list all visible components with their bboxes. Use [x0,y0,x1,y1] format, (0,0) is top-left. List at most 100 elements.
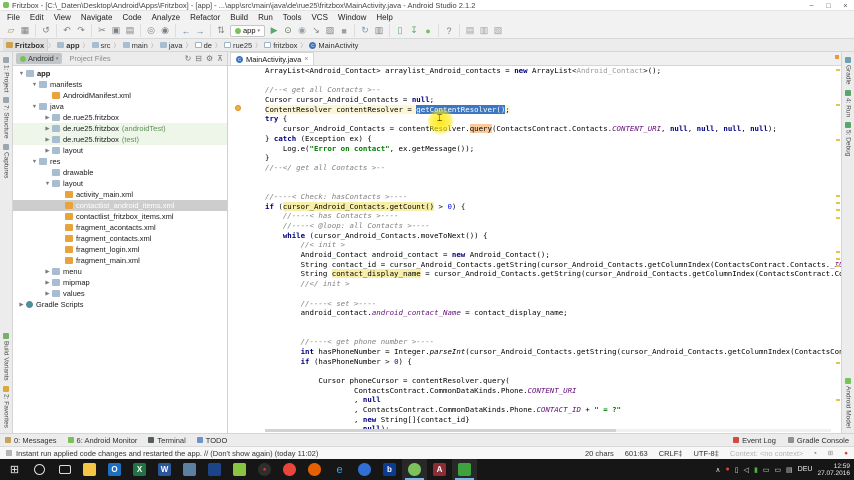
status-20-chars[interactable]: 20 chars [585,449,614,458]
photos-app[interactable] [227,459,252,480]
menu-file[interactable]: File [2,13,25,22]
battery-icon[interactable]: ▭ [763,466,770,474]
breadcrumb-fritzbox[interactable]: fritzbox [261,39,300,51]
expand-arrow-icon[interactable]: ▶ [43,137,52,143]
expand-arrow-icon[interactable]: ▶ [43,291,52,297]
excel[interactable]: X [127,459,152,480]
tool-window-button-event-log[interactable]: Event Log [733,436,776,445]
compile-icon[interactable]: ⇅ [214,24,228,37]
tree-item-de-rue25-fritzbox-androidtest[interactable]: ▶ de.rue25.fritzbox (androidTest) [13,123,227,134]
task-view-button[interactable] [52,459,77,480]
remote-desktop-app[interactable] [177,459,202,480]
action-center-icon[interactable]: ▤ [786,466,793,474]
code-editor[interactable]: ArrayList<Android_Contact> arraylist_And… [228,66,841,433]
gradle-sync-icon[interactable]: ↻ [358,24,372,37]
menu-code[interactable]: Code [117,13,146,22]
tree-item-java[interactable]: ▼ java [13,101,227,112]
tool-button-7-structure[interactable]: 7: Structure [3,97,10,139]
project-view-android-tab[interactable]: Android ▾ [16,53,63,64]
breadcrumb-src[interactable]: src [89,39,114,51]
save-all-icon[interactable]: ▦ [18,24,32,37]
settings-icon[interactable]: ⚙ [206,54,213,63]
editor-panel[interactable]: C MainActivity.java × ArrayList<Android_… [228,52,841,433]
breadcrumb-main[interactable]: main [120,39,151,51]
back-icon[interactable]: ← [179,24,193,37]
hector-inspector-icon[interactable]: ⊞ [828,449,833,457]
menu-edit[interactable]: Edit [25,13,49,22]
tool-button-captures[interactable]: Captures [3,144,10,178]
tool-window-button-gradle-console[interactable]: Gradle Console [787,436,849,445]
find-icon[interactable]: ◎ [144,24,158,37]
screen-recorder[interactable]: ● [252,459,277,480]
firefox[interactable] [302,459,327,480]
menu-window[interactable]: Window [333,13,371,22]
window-layout-2-icon[interactable]: ▥ [477,24,491,37]
tree-item-menu[interactable]: ▶ menu [13,266,227,277]
expand-arrow-icon[interactable]: ▼ [17,71,26,77]
access[interactable]: A [427,459,452,480]
expand-arrow-icon[interactable]: ▶ [17,302,26,308]
status-utf-8[interactable]: UTF-8‡ [693,449,718,458]
menu-help[interactable]: Help [371,13,397,22]
tree-item-fragment-contacts-xml[interactable]: fragment_contacts.xml [13,233,227,244]
breadcrumb-rue25[interactable]: rue25 [221,39,255,51]
sdk-manager-icon[interactable]: ↧ [407,24,421,37]
sync-icon[interactable]: ↺ [39,24,53,37]
battery-charging-icon[interactable]: ▮ [754,466,758,474]
tree-item-contactlist-fritzbox-items-xml[interactable]: contactlist_fritzbox_items.xml [13,211,227,222]
run-coverage-icon[interactable]: ◉ [295,24,309,37]
status-message[interactable]: Instant run applied code changes and res… [16,449,318,458]
scrollbar-thumb[interactable] [265,429,616,432]
expand-arrow-icon[interactable]: ▼ [43,181,52,187]
tree-item-fragment-main-xml[interactable]: fragment_main.xml [13,255,227,266]
file-explorer[interactable] [77,459,102,480]
tool-window-button-todo[interactable]: TODO [196,436,227,445]
close-tab-icon[interactable]: × [304,56,308,63]
tree-item-de-rue25-fritzbox[interactable]: ▶ de.rue25.fritzbox [13,112,227,123]
help-icon[interactable]: ? [442,24,456,37]
expand-arrow-icon[interactable]: ▶ [43,148,52,154]
tool-button-build-variants[interactable]: Build Variants [3,333,10,381]
breadcrumb-mainactivity[interactable]: C MainActivity [306,39,361,51]
tree-item-de-rue25-fritzbox-test[interactable]: ▶ de.rue25.fritzbox (test) [13,134,227,145]
clock[interactable]: 12:59 27.07.2016 [817,463,850,477]
menu-run[interactable]: Run [253,13,278,22]
tool-button-4-run[interactable]: 4: Run [845,89,852,117]
outlook[interactable]: O [102,459,127,480]
expand-arrow-icon[interactable]: ▼ [30,159,39,165]
tree-item-manifests[interactable]: ▼ manifests [13,79,227,90]
menu-build[interactable]: Build [225,13,253,22]
close-button[interactable]: × [837,1,854,10]
tree-item-fragment-acontacts-xml[interactable]: fragment_acontacts.xml [13,222,227,233]
undo-icon[interactable]: ↶ [60,24,74,37]
menu-tools[interactable]: Tools [278,13,307,22]
horizontal-scrollbar[interactable] [265,429,831,432]
run-icon[interactable]: ▶ [267,24,281,37]
redo-icon[interactable]: ↷ [74,24,88,37]
keyboard-language[interactable]: DEU [798,466,813,473]
tool-window-button-6-android-monitor[interactable]: 6: Android Monitor [67,436,137,445]
android-monitor-icon[interactable]: ● [421,24,435,37]
tree-item-androidmanifest-xml[interactable]: AndroidManifest.xml [13,90,227,101]
attach-debugger-icon[interactable]: ↘ [309,24,323,37]
tool-window-button-0-messages[interactable]: 0: Messages [5,436,57,445]
expand-arrow-icon[interactable]: ▶ [43,280,52,286]
expand-arrow-icon[interactable]: ▶ [43,126,52,132]
edge[interactable]: e [327,459,352,480]
start-button[interactable]: ⊞ [2,459,27,480]
forward-icon[interactable]: → [193,24,207,37]
tree-item-res[interactable]: ▼ res [13,156,227,167]
tool-button-android-model[interactable]: Android Model [845,378,852,428]
tree-item-activity-main-xml[interactable]: activity_main.xml [13,189,227,200]
menu-analyze[interactable]: Analyze [147,13,185,22]
search-button[interactable] [27,459,52,480]
tree-item-fragment-login-xml[interactable]: fragment_login.xml [13,244,227,255]
tool-button-1-project[interactable]: 1: Project [3,57,10,92]
menu-refactor[interactable]: Refactor [185,13,225,22]
maximize-button[interactable]: □ [820,1,837,10]
replace-icon[interactable]: ◉ [158,24,172,37]
tree-item-contactlist-android-items-xml[interactable]: contactlist_android_items.xml [13,200,227,211]
menu-vcs[interactable]: VCS [306,13,332,22]
tree-item-gradle-scripts[interactable]: ▶ Gradle Scripts [13,299,227,310]
status-crlf[interactable]: CRLF‡ [659,449,683,458]
